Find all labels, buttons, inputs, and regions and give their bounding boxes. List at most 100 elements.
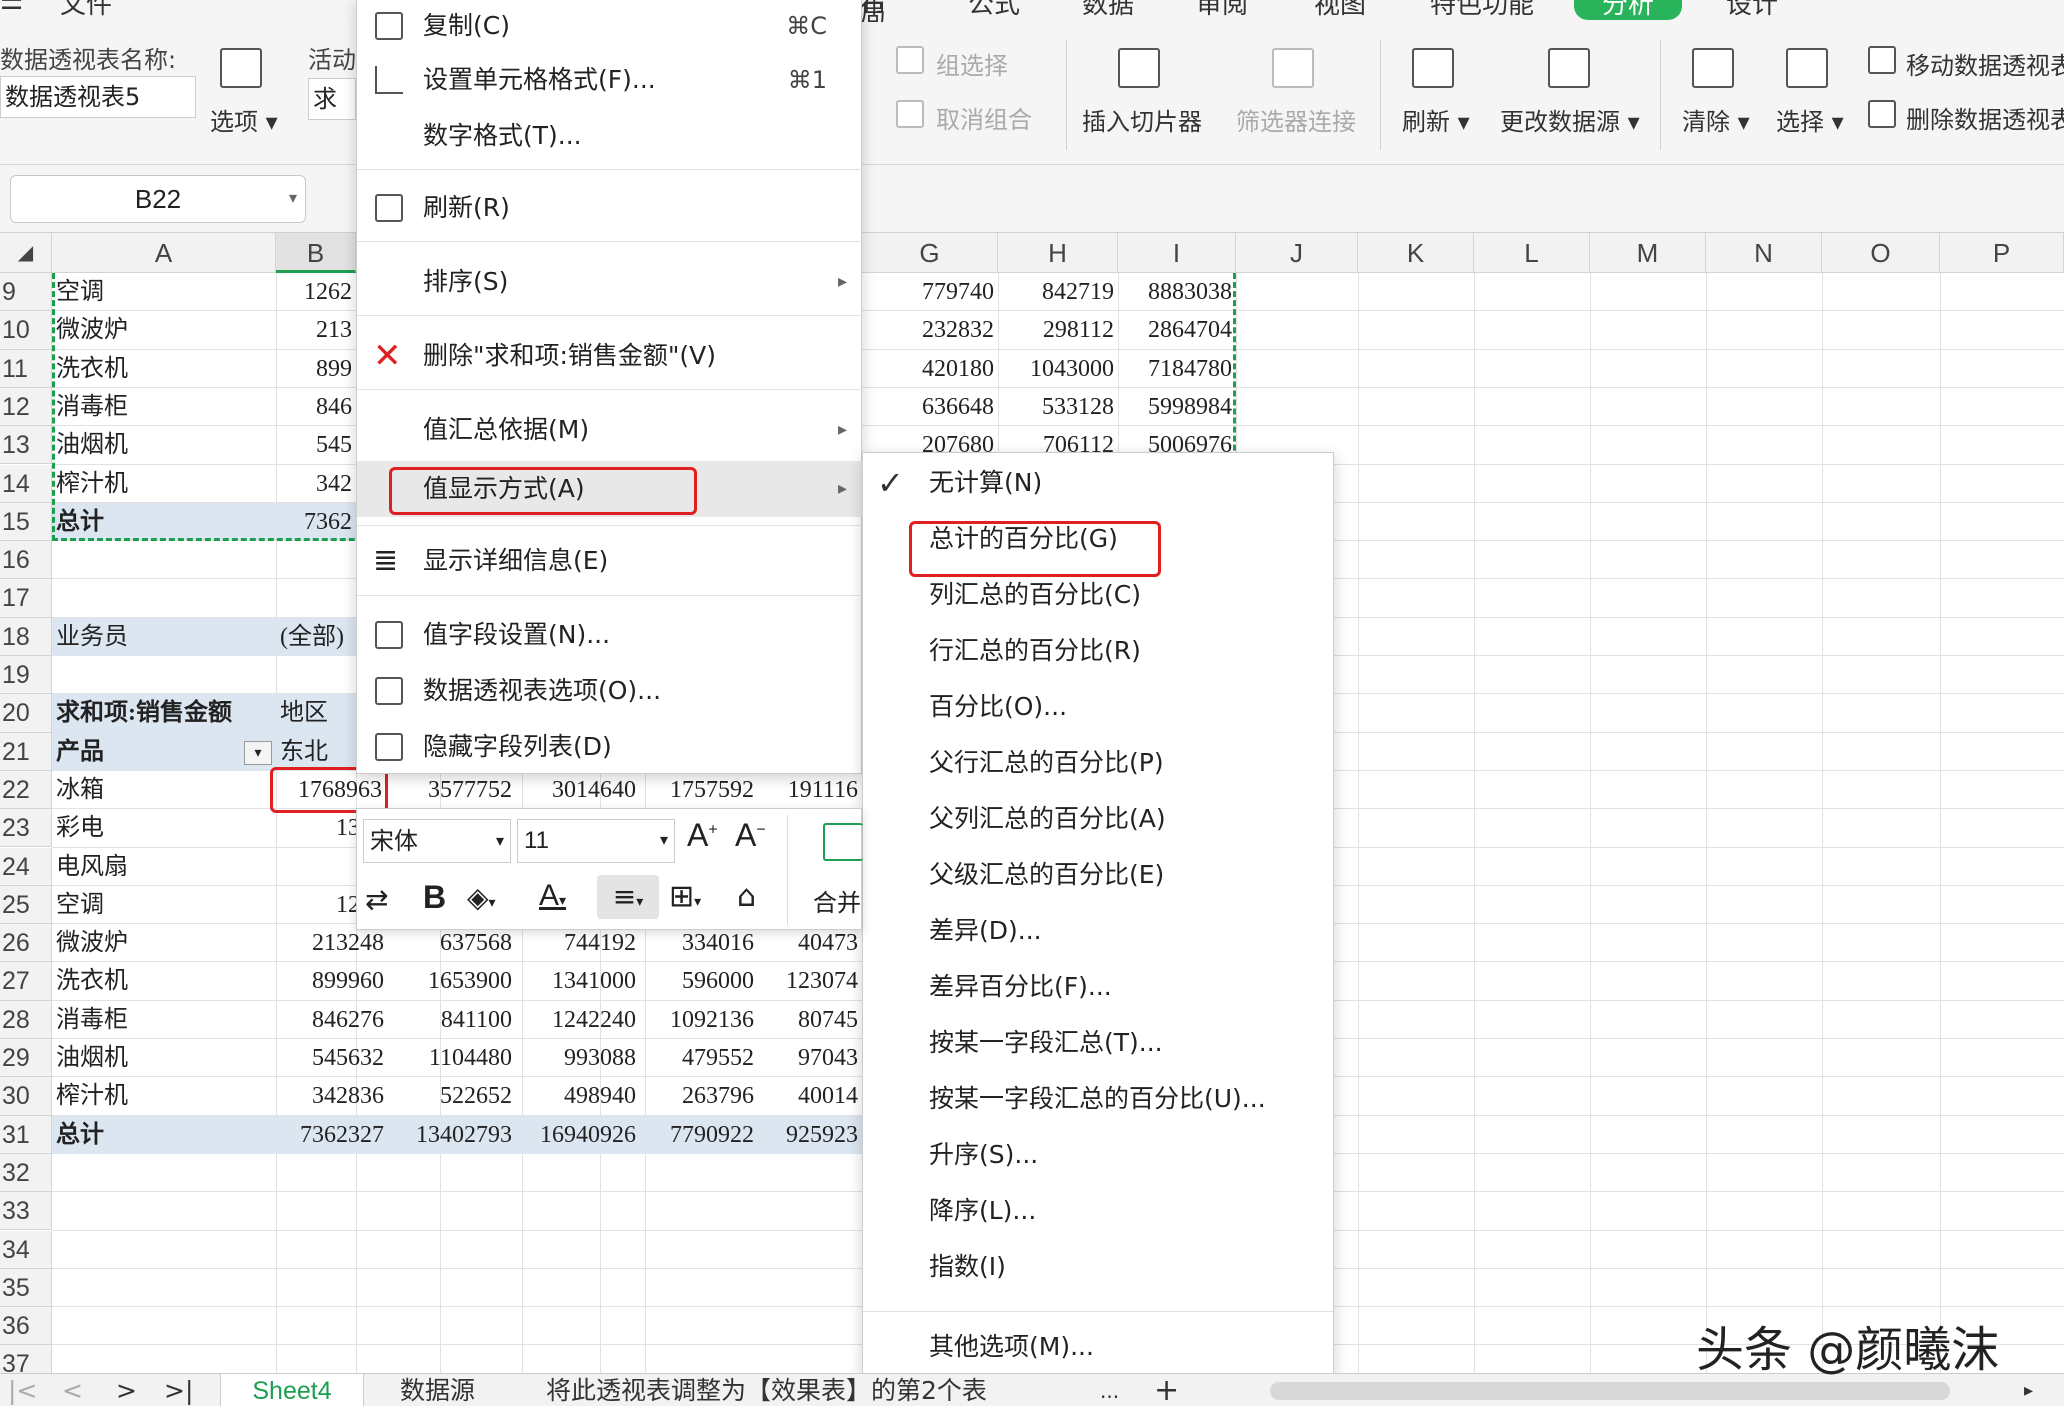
cell-value[interactable]: 1242240	[516, 1001, 640, 1039]
row-header[interactable]: 30	[0, 1077, 52, 1116]
cell-value[interactable]: 263796	[640, 1077, 758, 1115]
cell-value[interactable]: 80745	[758, 1001, 862, 1039]
font-shrink-icon[interactable]: A−	[735, 817, 766, 854]
submenu-item[interactable]: 父列汇总的百分比(A)	[929, 795, 1166, 843]
column-header-k[interactable]: K	[1358, 233, 1474, 273]
cell-value[interactable]: 522652	[388, 1077, 516, 1115]
cell-product[interactable]: 消毒柜	[52, 1001, 276, 1039]
select-button[interactable]: 选择 ▾	[1776, 102, 1844, 137]
font-color-icon[interactable]: A▾	[539, 879, 566, 913]
fill-color-icon[interactable]: ◈▾	[467, 881, 496, 914]
row-header[interactable]: 15	[0, 502, 52, 542]
row-filter-dropdown-icon[interactable]: ▾	[244, 740, 272, 765]
insert-slicer-button[interactable]: 插入切片器	[1082, 102, 1202, 137]
menu-item-hide-field-list[interactable]: 隐藏字段列表(D)	[357, 723, 863, 771]
font-grow-icon[interactable]: A+	[687, 817, 718, 854]
tab-analyze[interactable]: 分析	[1574, 0, 1682, 20]
pivot-filter-value[interactable]: (全部)	[276, 617, 356, 656]
font-size-select[interactable]: 11 ▾	[517, 819, 675, 863]
move-pivot-button[interactable]: 移动数据透视表	[1906, 46, 2064, 81]
bold-icon[interactable]: B	[423, 879, 446, 916]
cell-value[interactable]: 1104480	[388, 1039, 516, 1077]
row-header[interactable]: 29	[0, 1039, 52, 1078]
menu-item-summarize-by[interactable]: 值汇总依据(M) ▸	[357, 407, 863, 453]
row-header[interactable]: 18	[0, 617, 52, 656]
last-sheet-icon[interactable]: >|	[164, 1374, 193, 1406]
scroll-right-icon[interactable]: ▸	[2024, 1374, 2033, 1406]
menu-item-show-details[interactable]: ≣ 显示详细信息(E)	[357, 537, 863, 585]
menu-item-pivot-options[interactable]: 数据透视表选项(O)...	[357, 667, 863, 715]
cell-value[interactable]: 993088	[516, 1039, 640, 1077]
tab-design[interactable]: 设计	[1726, 0, 1786, 22]
submenu-item[interactable]: 百分比(O)...	[929, 683, 1067, 731]
column-header-g[interactable]: G	[862, 233, 998, 273]
row-header[interactable]: 25	[0, 885, 52, 925]
row-header[interactable]: 17	[0, 579, 52, 618]
cell-value[interactable]: 342836	[276, 1077, 388, 1115]
column-header-b[interactable]: B	[276, 233, 356, 273]
row-header[interactable]: 26	[0, 924, 52, 963]
submenu-item[interactable]: 列汇总的百分比(C)	[929, 571, 1141, 619]
column-header-n[interactable]: N	[1706, 233, 1822, 273]
row-header[interactable]: 13	[0, 426, 52, 465]
select-all-corner[interactable]: ◢	[0, 233, 52, 273]
row-header[interactable]: 9	[0, 273, 52, 312]
cell-value[interactable]: 3014640	[516, 771, 640, 809]
column-header-j[interactable]: J	[1236, 233, 1358, 273]
tab-data[interactable]: 数据	[1082, 0, 1142, 22]
menu-item-delete-field[interactable]: ✕ 删除"求和项:销售金额"(V)	[357, 333, 863, 379]
more-tabs[interactable]: ...	[1100, 1374, 1119, 1406]
tab-file[interactable]: 文件	[60, 0, 140, 22]
horizontal-scrollbar[interactable]	[1270, 1382, 1950, 1400]
submenu-item[interactable]: 升序(S)...	[929, 1131, 1038, 1179]
row-header[interactable]: 27	[0, 962, 52, 1001]
group-select-button[interactable]: 组选择	[936, 46, 1008, 81]
cell-product[interactable]: 油烟机	[52, 1039, 276, 1077]
cell-value[interactable]: 123074	[758, 962, 862, 1000]
refresh-button[interactable]: 刷新 ▾	[1402, 102, 1470, 137]
row-header[interactable]: 11	[0, 349, 52, 388]
column-header-i[interactable]: I	[1118, 233, 1236, 273]
row-header[interactable]: 10	[0, 311, 52, 350]
cell-value[interactable]: 596000	[640, 962, 758, 1000]
submenu-item[interactable]: 其他选项(M)...	[929, 1323, 1094, 1371]
cell-value[interactable]: 925923	[758, 1115, 862, 1154]
menu-item-number-format[interactable]: 数字格式(T)...	[357, 113, 863, 159]
row-header[interactable]: 31	[0, 1115, 52, 1154]
cell-value[interactable]: 191116	[758, 771, 862, 809]
pivot-first-column[interactable]: 东北	[276, 732, 356, 771]
filter-connection-button[interactable]: 筛选器连接	[1236, 102, 1356, 137]
row-header[interactable]: 34	[0, 1230, 52, 1269]
tab-review[interactable]: 审阅	[1196, 0, 1256, 22]
column-header-m[interactable]: M	[1590, 233, 1706, 273]
cell-product[interactable]: 彩电	[52, 809, 276, 847]
clear-format-icon[interactable]: ⌂	[737, 879, 756, 914]
menu-item-sort[interactable]: 排序(S) ▸	[357, 259, 863, 305]
submenu-item[interactable]: 按某一字段汇总(T)...	[929, 1019, 1163, 1067]
sheet-tab-datasource[interactable]: 数据源	[400, 1374, 475, 1406]
cell-value[interactable]: 16940926	[516, 1115, 640, 1154]
cell-value[interactable]: 1653900	[388, 962, 516, 1000]
font-select[interactable]: 宋体 ▾	[363, 819, 511, 863]
first-sheet-icon[interactable]: |<	[8, 1374, 37, 1406]
submenu-item[interactable]: 差异百分比(F)...	[929, 963, 1112, 1011]
pivot-name-input[interactable]: 数据透视表5	[0, 76, 196, 118]
active-field-input[interactable]: 求和	[308, 78, 356, 120]
tab-formula[interactable]: 公式	[968, 0, 1028, 22]
submenu-item[interactable]: 无计算(N)	[929, 459, 1042, 507]
align-icon[interactable]: ≡▾	[597, 875, 659, 919]
row-header[interactable]: 21	[0, 732, 52, 771]
cell-value[interactable]: 7362327	[276, 1115, 388, 1154]
row-header[interactable]: 12	[0, 387, 52, 427]
pivot-row-label[interactable]: 产品	[52, 732, 276, 771]
row-header[interactable]: 35	[0, 1268, 52, 1308]
cell-value[interactable]: 40014	[758, 1077, 862, 1115]
submenu-item[interactable]: 降序(L)...	[929, 1187, 1036, 1235]
cell-product[interactable]: 电风扇	[52, 848, 276, 886]
row-header[interactable]: 16	[0, 541, 52, 580]
column-header-a[interactable]: A	[52, 233, 276, 273]
sheet-tab-adjust[interactable]: 将此透视表调整为【效果表】的第2个表	[546, 1374, 987, 1406]
column-header-l[interactable]: L	[1474, 233, 1590, 273]
submenu-item[interactable]: 差异(D)...	[929, 907, 1042, 955]
cell-product[interactable]: 微波炉	[52, 924, 276, 962]
